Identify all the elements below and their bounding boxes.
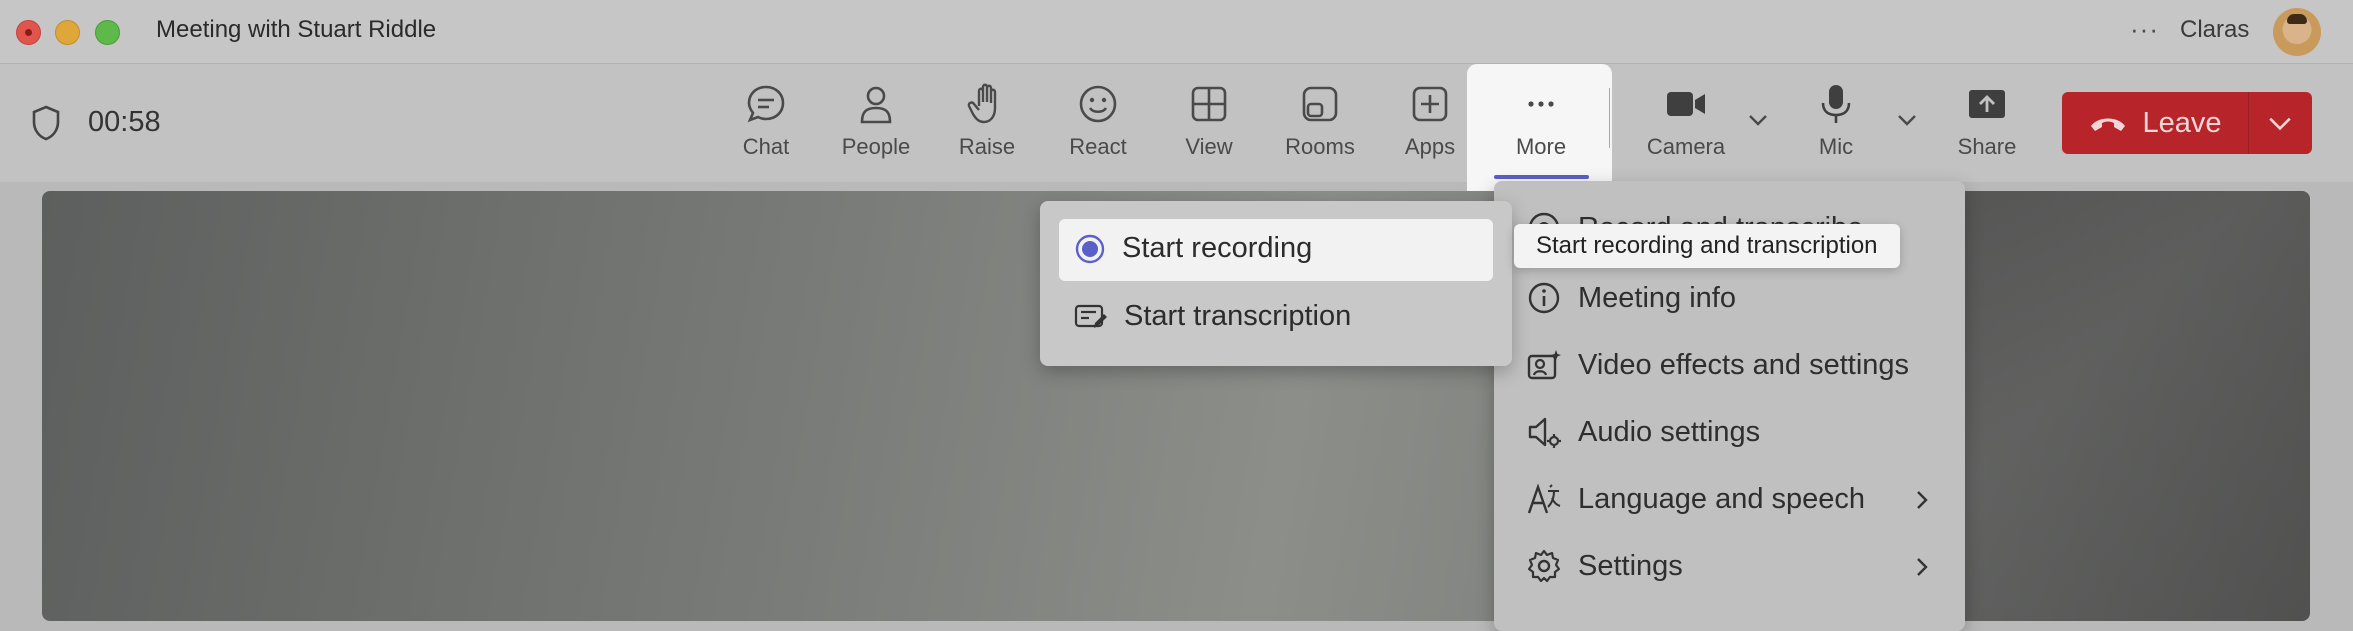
menu-item-label: Language and speech xyxy=(1578,482,1866,515)
menu-item-audio-settings[interactable]: Audio settings xyxy=(1526,414,1760,450)
window-maximize-button[interactable] xyxy=(95,20,120,45)
menu-item-label: Settings xyxy=(1578,549,1683,582)
people-icon xyxy=(860,86,892,124)
grid-icon xyxy=(1191,86,1227,122)
menu-item-label: Meeting info xyxy=(1578,281,1736,314)
camera-icon xyxy=(1667,92,1705,116)
window-close-button[interactable] xyxy=(16,20,41,45)
language-icon xyxy=(1527,483,1561,514)
mic-options-chevron-icon[interactable] xyxy=(1895,108,1919,132)
info-icon xyxy=(1528,282,1560,314)
apps-button[interactable]: Apps xyxy=(1380,82,1480,160)
camera-label: Camera xyxy=(1646,134,1726,159)
more-button[interactable]: More xyxy=(1491,82,1591,160)
shield-icon xyxy=(32,105,60,141)
leave-options-button[interactable] xyxy=(2248,92,2312,154)
leave-control: Leave xyxy=(2062,92,2312,154)
view-label: View xyxy=(1185,134,1233,159)
tooltip: Start recording and transcription xyxy=(1514,224,1900,268)
audio-settings-icon xyxy=(1528,417,1561,448)
rooms-button[interactable]: Rooms xyxy=(1270,82,1370,160)
people-label: People xyxy=(841,134,911,159)
menu-item-video-effects[interactable]: Video effects and settings xyxy=(1526,347,1909,383)
transcription-icon xyxy=(1074,304,1107,328)
mic-label: Mic xyxy=(1818,134,1854,159)
toolbar-divider xyxy=(1609,88,1610,148)
chat-icon xyxy=(747,85,785,123)
leave-label: Leave xyxy=(2142,106,2222,139)
title-more-button[interactable]: ··· xyxy=(2130,14,2159,45)
share-label: Share xyxy=(1957,134,2017,159)
chat-label: Chat xyxy=(742,134,790,159)
menu-item-language-and-speech[interactable]: Language and speech xyxy=(1526,481,1865,517)
video-effects-icon xyxy=(1527,350,1561,380)
react-button[interactable]: React xyxy=(1048,82,1148,160)
camera-options-chevron-icon[interactable] xyxy=(1746,108,1770,132)
view-button[interactable]: View xyxy=(1159,82,1259,160)
meeting-timer: 00:58 xyxy=(88,106,161,138)
raise-label: Raise xyxy=(958,134,1016,159)
rooms-icon xyxy=(1302,86,1338,122)
chevron-down-icon xyxy=(2269,117,2291,131)
start-recording-label: Start recording xyxy=(1122,232,1313,264)
record-dot-icon xyxy=(1075,234,1105,263)
react-label: React xyxy=(1069,134,1127,159)
more-label: More xyxy=(1515,134,1567,159)
hand-icon xyxy=(967,83,997,124)
start-transcription-label: Start transcription xyxy=(1124,300,1352,332)
window-minimize-button[interactable] xyxy=(55,20,80,45)
phone-hangup-icon xyxy=(2091,118,2126,131)
share-icon xyxy=(1969,90,2005,118)
user-name: Claras xyxy=(2180,16,2250,43)
chat-button[interactable]: Chat xyxy=(716,82,816,160)
avatar[interactable] xyxy=(2273,8,2321,56)
people-button[interactable]: People xyxy=(826,82,926,160)
gear-icon xyxy=(1527,549,1561,583)
smile-icon xyxy=(1079,85,1117,123)
apps-label: Apps xyxy=(1404,134,1456,159)
more-icon xyxy=(1528,101,1554,107)
raise-hand-button[interactable]: Raise xyxy=(937,82,1037,160)
start-recording-item[interactable]: Start recording xyxy=(1074,232,1312,265)
camera-button[interactable]: Camera xyxy=(1636,82,1736,160)
menu-item-label: Video effects and settings xyxy=(1578,348,1910,381)
menu-item-label: Audio settings xyxy=(1578,415,1761,448)
more-active-indicator xyxy=(1494,175,1589,179)
plus-icon xyxy=(1412,86,1448,122)
chevron-right-icon xyxy=(1917,491,1928,509)
start-transcription-item[interactable]: Start transcription xyxy=(1074,300,1351,333)
rooms-label: Rooms xyxy=(1285,134,1355,159)
leave-button[interactable]: Leave xyxy=(2062,92,2248,154)
window-title: Meeting with Stuart Riddle xyxy=(156,16,437,43)
mic-icon xyxy=(1821,85,1851,123)
share-button[interactable]: Share xyxy=(1937,82,2037,160)
menu-item-meeting-info[interactable]: Meeting info xyxy=(1526,280,1736,316)
menu-item-settings[interactable]: Settings xyxy=(1526,548,1683,584)
mic-button[interactable]: Mic xyxy=(1786,82,1886,160)
chevron-right-icon xyxy=(1917,558,1928,576)
